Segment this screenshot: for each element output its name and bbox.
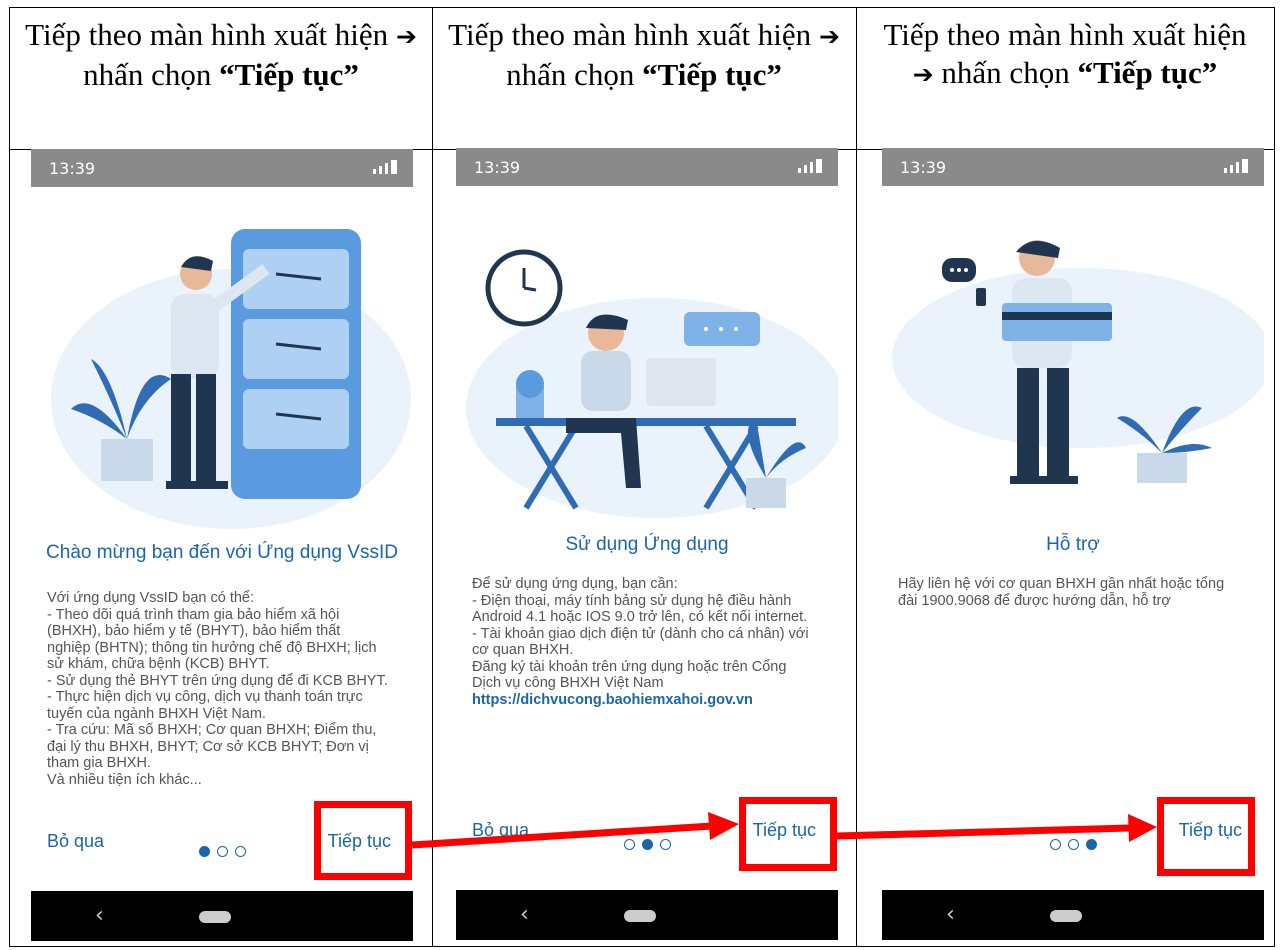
slide-title: Sử dụng Ứng dụng: [565, 534, 729, 555]
page-dot-active: [641, 839, 653, 850]
page-dot-active: [198, 846, 210, 857]
slide-title: Chào mừng bạn đến với Ứng dụng VssID: [46, 542, 398, 563]
page-dot: [659, 839, 671, 850]
home-pill-icon[interactable]: [1050, 910, 1082, 922]
page-dot: [623, 839, 635, 850]
signal-icon: [798, 159, 822, 173]
back-icon[interactable]: ‹: [95, 903, 104, 928]
status-bar: 13:39: [456, 148, 838, 186]
page-dot: [1067, 839, 1079, 850]
illustration-person-phone: [892, 240, 1264, 484]
right-arrow-icon: ➔: [818, 22, 840, 51]
status-time: 13:39: [900, 158, 947, 177]
skip-button[interactable]: Bỏ qua: [472, 820, 529, 841]
service-portal-link[interactable]: https://dichvucong.baohiemxahoi.gov.vn: [472, 692, 826, 709]
back-icon[interactable]: ‹: [520, 902, 529, 927]
illustration-desk-laptop: [466, 249, 838, 518]
highlight-box-next-2: [739, 797, 837, 871]
right-arrow-icon: ➔: [912, 60, 934, 89]
back-icon[interactable]: ‹: [946, 902, 955, 927]
instruction-header-1: Tiếp theo màn hình xuất hiện ➔ nhấn chọn…: [25, 17, 417, 92]
status-time: 13:39: [49, 159, 96, 178]
highlight-box-next-3: [1157, 797, 1255, 876]
android-nav-bar: ‹: [31, 891, 413, 941]
android-nav-bar: ‹: [456, 890, 838, 940]
slide-title: Hỗ trợ: [1046, 534, 1100, 555]
page-dot-active: [1085, 839, 1097, 850]
page-dot: [234, 846, 246, 857]
home-pill-icon[interactable]: [624, 910, 656, 922]
instruction-header-2: Tiếp theo màn hình xuất hiện ➔ nhấn chọn…: [448, 17, 840, 92]
status-bar: 13:39: [882, 148, 1264, 186]
illustration-tablet-person: [51, 229, 411, 529]
home-pill-icon[interactable]: [199, 911, 231, 923]
signal-icon: [373, 160, 397, 174]
status-bar: 13:39: [31, 149, 413, 187]
android-nav-bar: ‹: [882, 890, 1264, 940]
highlight-box-next-1: [314, 801, 412, 880]
instruction-header-3: Tiếp theo màn hình xuất hiện ➔ nhấn chọn…: [883, 17, 1247, 90]
slide-body: Để sử dụng ứng dụng, bạn cần: - Điện thoạ…: [472, 576, 826, 708]
slide-body: Với ứng dụng VssID bạn có thể: - Theo dõi…: [47, 590, 388, 788]
right-arrow-icon: ➔: [395, 22, 417, 51]
slide-body: Hãy liên hệ với cơ quan BHXH gần nhất ho…: [898, 576, 1225, 609]
page-dot: [216, 846, 228, 857]
signal-icon: [1224, 159, 1248, 173]
page-dot: [1049, 839, 1061, 850]
status-time: 13:39: [474, 158, 521, 177]
